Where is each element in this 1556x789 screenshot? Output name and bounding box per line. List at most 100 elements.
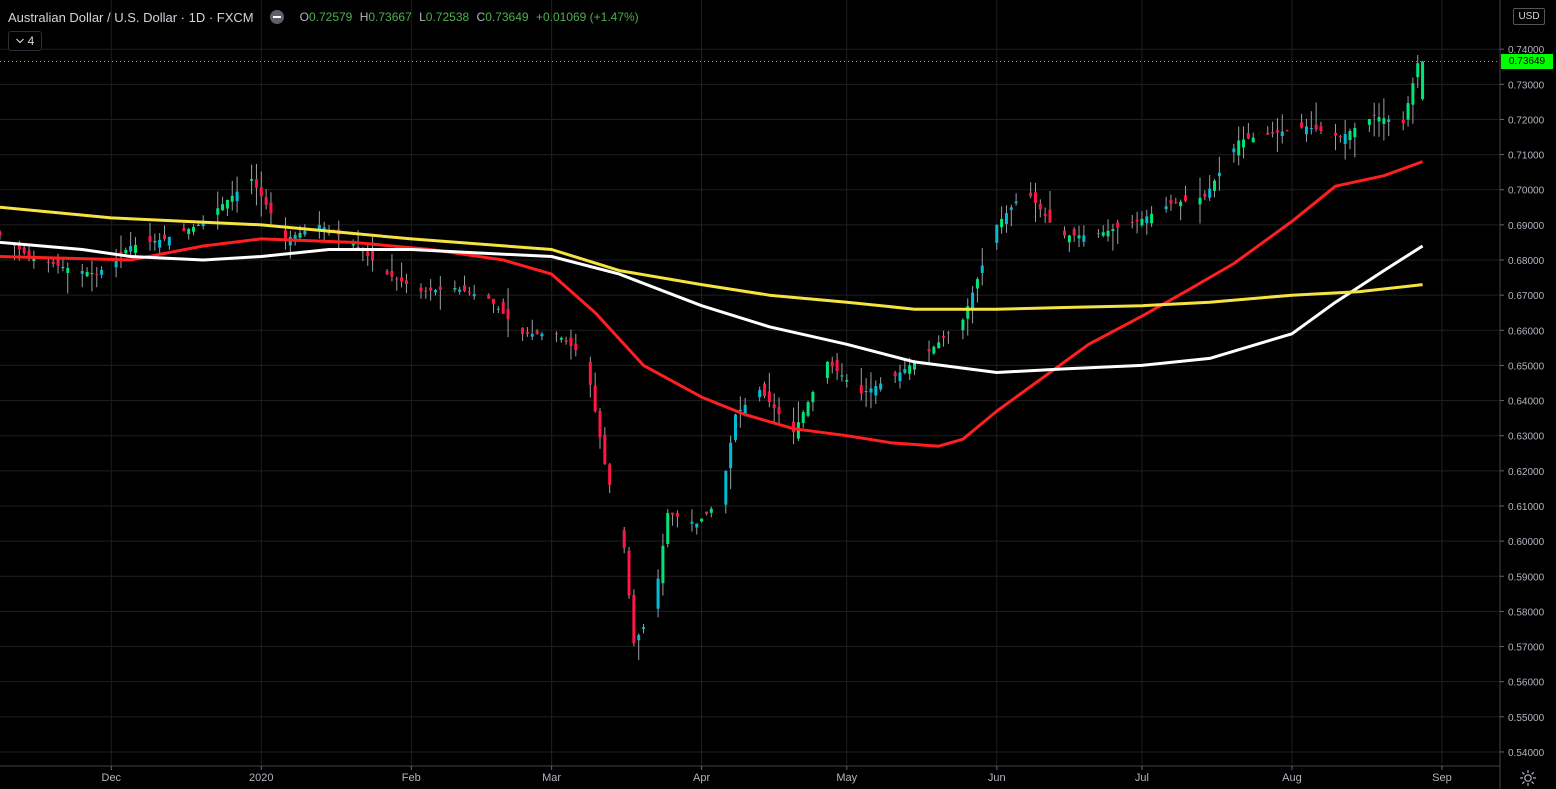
candle[interactable] — [627, 546, 631, 599]
candle-body — [661, 545, 665, 584]
candle-body — [303, 230, 307, 235]
candle-body — [811, 392, 815, 403]
candle-body — [845, 379, 849, 382]
indicators-collapse-button[interactable]: 4 — [8, 31, 42, 51]
candle-body — [395, 278, 399, 280]
candle-body — [463, 285, 467, 292]
candle[interactable] — [632, 589, 636, 647]
candle-body — [458, 289, 462, 292]
candle-body — [1096, 232, 1100, 234]
candle-body — [158, 239, 162, 248]
candle[interactable] — [733, 413, 737, 443]
candle-body — [100, 270, 104, 275]
candle-body — [593, 385, 597, 412]
candle-body — [1353, 128, 1357, 138]
candle-body — [1140, 218, 1144, 226]
open-value: 0.72579 — [308, 10, 353, 24]
candle-body — [642, 627, 646, 630]
candle[interactable] — [666, 509, 670, 548]
candle-body — [603, 434, 607, 464]
candle-body — [1014, 201, 1018, 204]
price-tick-label: 0.72000 — [1508, 115, 1545, 126]
candle-body — [1029, 192, 1033, 197]
candle-body — [932, 346, 936, 354]
candle-body — [506, 308, 510, 319]
candle-body — [1208, 188, 1212, 198]
candle-body — [1343, 134, 1347, 144]
price-chart[interactable]: 0.54000 0.55000 0.56000 0.57000 0.58000 0.590… — [0, 0, 1556, 789]
candle-body — [656, 578, 660, 609]
currency-button[interactable]: USD — [1513, 8, 1545, 25]
candle-body — [51, 261, 55, 265]
price-tick-label: 0.64000 — [1508, 397, 1545, 408]
candle-body — [1203, 193, 1207, 197]
candle-body — [675, 513, 679, 517]
candle-body — [830, 361, 834, 367]
candle-body — [1251, 137, 1255, 143]
candle-body — [825, 361, 829, 378]
price-tick-label: 0.67000 — [1508, 291, 1545, 302]
candle-body — [864, 391, 868, 393]
candle-body — [671, 512, 675, 515]
candle-body — [1314, 124, 1318, 130]
visibility-toggle-icon[interactable] — [269, 10, 284, 24]
candle-body — [1174, 202, 1178, 204]
candle-body — [1300, 122, 1304, 128]
candle[interactable] — [806, 400, 810, 418]
price-tick-label: 0.62000 — [1508, 467, 1545, 478]
candle-body — [946, 332, 950, 334]
candle-last[interactable] — [1421, 60, 1425, 101]
candle-body — [622, 530, 626, 549]
price-tick-label: 0.54000 — [1508, 748, 1545, 759]
candle-body — [1242, 139, 1246, 148]
candle-body — [1232, 148, 1236, 153]
candle-body — [1246, 133, 1250, 139]
candle-body — [254, 179, 258, 188]
candle-body — [1387, 119, 1391, 122]
candle-body — [743, 404, 747, 414]
candle-body — [90, 273, 94, 275]
candle-body — [1116, 222, 1120, 228]
candle-body — [1183, 195, 1187, 201]
candle-body — [371, 249, 375, 261]
candle-body — [187, 228, 191, 235]
change-value: +0.01069 (+1.47%) — [535, 10, 639, 24]
candle-body — [385, 270, 389, 275]
price-tick-label: 0.58000 — [1508, 607, 1545, 618]
symbol-title[interactable]: Australian Dollar / U.S. Dollar · 1D · F… — [8, 10, 254, 25]
candle-body — [879, 383, 883, 390]
chart-container[interactable]: 0.54000 0.55000 0.56000 0.57000 0.58000 0.590… — [0, 0, 1556, 789]
candle-body — [554, 333, 558, 335]
candle-body — [487, 294, 491, 299]
price-tick-label: 0.57000 — [1508, 643, 1545, 654]
candle-body — [995, 224, 999, 243]
candle-body — [269, 202, 273, 214]
candle-body — [467, 291, 471, 293]
candle-body — [893, 372, 897, 376]
candle-body — [196, 224, 200, 226]
candle-body — [1106, 230, 1110, 237]
candle-body — [1401, 119, 1405, 123]
candle-body — [419, 287, 423, 292]
candle-body — [27, 250, 31, 257]
candle-body — [598, 411, 602, 438]
candle-body — [235, 191, 239, 202]
candle-body — [1367, 118, 1371, 125]
candle-body — [433, 290, 437, 293]
candle-body — [975, 279, 979, 289]
candle-body — [980, 265, 984, 274]
price-tick-label: 0.73000 — [1508, 80, 1545, 91]
candle-body — [182, 228, 186, 231]
time-tick-label: Apr — [693, 772, 710, 784]
candle-body — [1063, 230, 1067, 236]
candle[interactable] — [763, 381, 767, 399]
candle-body — [496, 308, 500, 310]
low-value: 0.72538 — [425, 10, 470, 24]
candle-body — [806, 402, 810, 416]
candle-body — [1111, 229, 1115, 232]
settings-gear-icon[interactable] — [1518, 768, 1538, 788]
candle-body — [903, 368, 907, 373]
candle-body — [569, 337, 573, 347]
candle-body — [835, 360, 839, 371]
candle-body — [525, 332, 529, 334]
